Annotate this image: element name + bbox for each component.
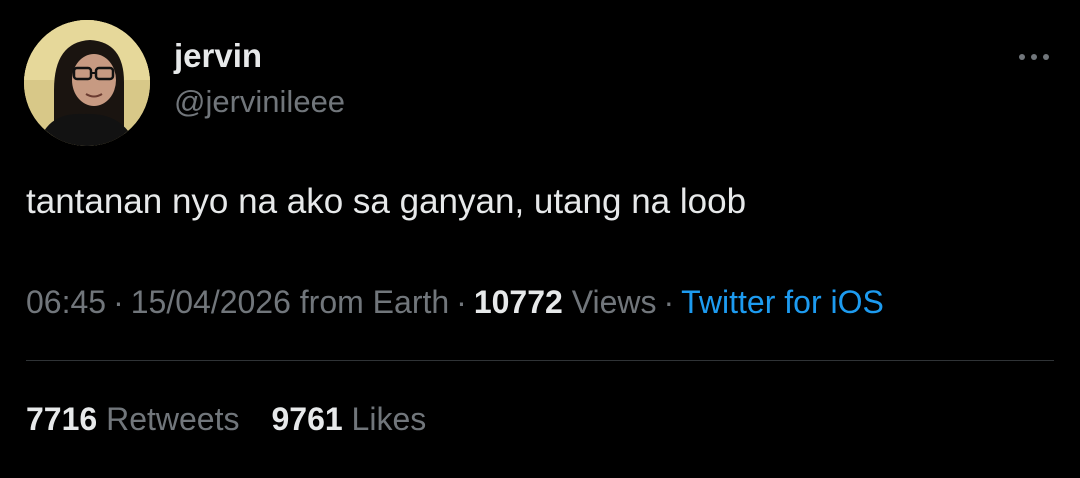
tweet-meta: 06:45 · 15/04/2026 from Earth · 10772 Views ·…	[26, 280, 884, 324]
likes-label: Likes	[351, 401, 427, 437]
tweet-source-link[interactable]: Twitter for iOS	[681, 284, 884, 320]
views-count: 10772	[473, 284, 563, 320]
more-options-button[interactable]	[1014, 42, 1054, 72]
retweets-stat[interactable]: 7716 Retweets	[26, 401, 239, 437]
tweet-text: tantanan nyo na ako sa ganyan, utang na …	[26, 182, 747, 221]
divider	[26, 360, 1054, 361]
tweet-card: jervin @jervinileee tantanan nyo na ako …	[0, 0, 1080, 478]
meta-separator: ·	[113, 284, 124, 320]
likes-count: 9761	[271, 401, 343, 437]
author-display-name[interactable]: jervin	[174, 36, 262, 76]
meta-separator: ·	[663, 284, 675, 320]
more-horizontal-icon	[1019, 54, 1049, 60]
tweet-stats: 7716 Retweets 9761 Likes	[26, 397, 426, 441]
tweet-location: from Earth	[299, 284, 450, 320]
tweet-date[interactable]: 15/04/2026	[131, 284, 291, 320]
likes-stat[interactable]: 9761 Likes	[271, 401, 426, 437]
retweets-count: 7716	[26, 401, 98, 437]
avatar[interactable]	[24, 20, 150, 146]
tweet-time[interactable]: 06:45	[26, 284, 106, 320]
meta-separator: ·	[456, 284, 467, 320]
author-handle[interactable]: @jervinileee	[174, 84, 345, 120]
avatar-image	[24, 20, 150, 146]
retweets-label: Retweets	[106, 401, 240, 437]
views-label: Views	[571, 284, 657, 320]
